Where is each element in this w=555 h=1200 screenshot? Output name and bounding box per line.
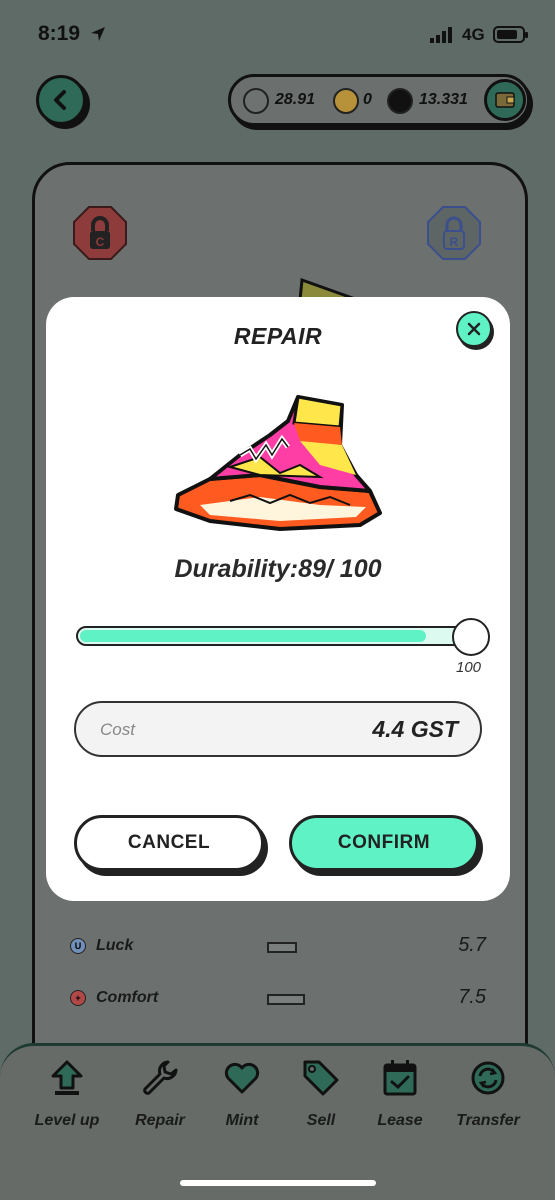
level-up-icon (51, 1060, 83, 1095)
nav-level-up[interactable]: Level up (22, 1058, 112, 1138)
transfer-icon (471, 1061, 505, 1095)
cancel-button[interactable]: CANCEL (74, 815, 264, 871)
nav-label: Transfer (456, 1112, 520, 1129)
battery-icon (493, 26, 528, 43)
sneaker-image (174, 395, 382, 531)
durability-text: Durability:89/ 100 (174, 555, 382, 583)
lock-icon: C (73, 206, 127, 260)
tag-icon (303, 1060, 339, 1096)
network-type: 4G (462, 25, 485, 44)
calendar-icon (383, 1060, 417, 1096)
attribute-bar (267, 994, 305, 1005)
durability-slider[interactable] (76, 626, 486, 646)
nav-sell[interactable]: Sell (276, 1058, 366, 1138)
sol-token-icon (387, 88, 413, 114)
chevron-left-icon (54, 90, 66, 110)
slider-max-label: 100 (456, 659, 482, 676)
wallet-balance-bar[interactable]: 28.91 0 13.331 (228, 74, 530, 126)
svg-text:R: R (450, 235, 459, 249)
nav-label: Level up (34, 1112, 100, 1129)
wrench-icon (143, 1060, 178, 1095)
lock-icon: R (427, 206, 481, 260)
home-indicator (180, 1180, 376, 1186)
nav-lease[interactable]: Lease (355, 1058, 445, 1138)
location-arrow-icon (91, 27, 105, 41)
nav-label: Mint (225, 1112, 259, 1129)
nav-transfer[interactable]: Transfer (443, 1058, 533, 1138)
attribute-value: 5.7 (458, 934, 486, 956)
nav-label: Lease (377, 1112, 423, 1129)
close-button[interactable] (456, 311, 492, 347)
gmt-token-balance: 0 (363, 91, 372, 108)
attribute-row-comfort: + Comfort 7.5 (70, 986, 490, 1012)
repair-modal: REPAIR Durability:89/ 100 100 Cost 4.4 G… (46, 297, 510, 901)
heart-icon (224, 1062, 260, 1094)
close-icon (467, 322, 481, 336)
wallet-button[interactable] (484, 79, 526, 121)
status-bar: 8:19 4G (0, 0, 555, 70)
nav-repair[interactable]: Repair (115, 1058, 205, 1138)
slider-handle[interactable] (452, 618, 490, 656)
cost-value: 4.4 GST (372, 716, 458, 742)
attribute-row-luck: U Luck 5.7 (70, 934, 490, 960)
svg-text:C: C (96, 235, 105, 249)
sol-token-balance: 13.331 (419, 91, 468, 108)
attribute-label: Luck (96, 937, 134, 954)
nav-label: Repair (135, 1112, 185, 1129)
slider-fill (80, 630, 426, 642)
modal-title: REPAIR (233, 323, 323, 349)
status-time: 8:19 (38, 22, 81, 45)
nav-label: Sell (306, 1112, 336, 1129)
back-button[interactable] (36, 75, 86, 125)
attribute-value: 7.5 (458, 986, 486, 1008)
shoe-token-icon (243, 88, 269, 114)
cost-field: Cost 4.4 GST (74, 701, 482, 757)
attribute-label: Comfort (96, 989, 159, 1006)
luck-icon: U (70, 938, 86, 954)
shoe-token-balance: 28.91 (275, 91, 316, 108)
confirm-button[interactable]: CONFIRM (289, 815, 479, 871)
comfort-icon: + (70, 990, 86, 1006)
cost-label: Cost (100, 720, 135, 739)
attribute-bar (267, 942, 297, 953)
signal-icon (430, 27, 452, 43)
wallet-icon (495, 92, 515, 108)
gmt-token-icon (333, 88, 359, 114)
nav-mint[interactable]: Mint (197, 1058, 287, 1138)
